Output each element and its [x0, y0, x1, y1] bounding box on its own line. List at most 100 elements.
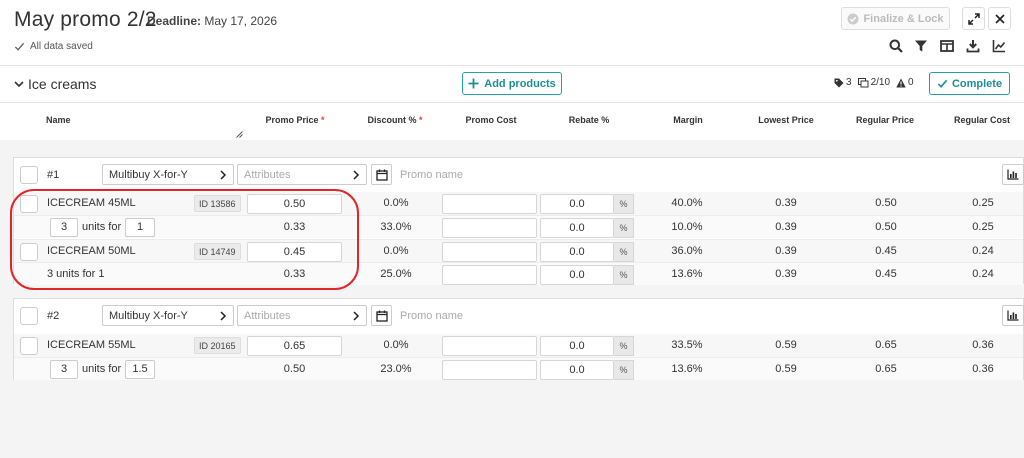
- rebate-input[interactable]: 0.0: [540, 218, 614, 238]
- lowest-price-value: 0.59: [775, 339, 797, 351]
- close-button[interactable]: [988, 7, 1011, 30]
- promo-card-header: #1 Multibuy X-for-Y Attributes Promo nam…: [14, 158, 1024, 192]
- product-name: ICECREAM 45ML: [47, 197, 136, 209]
- buy-quantity-input[interactable]: 3: [50, 360, 78, 379]
- discount-value: 0.0%: [383, 339, 409, 351]
- lowest-price-value: 0.39: [775, 221, 797, 233]
- promo-cost-input[interactable]: [442, 336, 537, 356]
- rebate-input[interactable]: 0.0: [540, 265, 614, 285]
- rebate-input[interactable]: 0.0: [540, 194, 614, 214]
- rebate-input[interactable]: 0.0: [540, 242, 614, 262]
- promo-cost-input[interactable]: [442, 242, 537, 262]
- col-promo-cost[interactable]: Promo Cost: [446, 115, 536, 125]
- discount-value: 25.0%: [380, 268, 412, 280]
- col-margin[interactable]: Margin: [643, 115, 733, 125]
- product-row: ICECREAM 45ML ID 13586 0.50 0.0% 0.0 % 4…: [14, 192, 1023, 215]
- required-mark: *: [321, 115, 325, 125]
- promo-checkbox[interactable]: [20, 307, 38, 325]
- toolbar-divider: [0, 102, 1024, 103]
- col-regular-price[interactable]: Regular Price: [838, 115, 932, 125]
- mechanic-row: 3 units for 1 0.33 25.0% 0.0 % 13.6% 0.3…: [14, 262, 1023, 285]
- promo-price-input[interactable]: 0.65: [247, 336, 342, 356]
- col-name[interactable]: Name: [46, 115, 71, 125]
- rebate-percent-suffix: %: [614, 265, 634, 285]
- complete-label: Complete: [951, 77, 1003, 90]
- product-row: ICECREAM 55ML ID 20165 0.65 0.0% 0.0 % 3…: [14, 334, 1023, 357]
- mechanic-summary: 3 units for 1: [47, 268, 105, 280]
- lowest-price-value: 0.59: [775, 363, 797, 375]
- chart-icon[interactable]: [991, 38, 1007, 54]
- product-name: ICECREAM 50ML: [47, 245, 136, 257]
- unit-promo-price: 0.33: [283, 221, 306, 233]
- calendar-icon: [375, 169, 388, 181]
- mechanic-select[interactable]: Multibuy X-for-Y: [102, 305, 234, 326]
- col-regular-cost[interactable]: Regular Cost: [940, 115, 1024, 125]
- columns-icon[interactable]: [939, 38, 955, 54]
- add-products-button[interactable]: Add products: [462, 72, 562, 95]
- mechanic-select[interactable]: Multibuy X-for-Y: [102, 164, 234, 185]
- regular-cost-value: 0.24: [972, 245, 994, 257]
- check-icon: [14, 41, 25, 52]
- finalize-lock-button[interactable]: Finalize & Lock: [841, 7, 950, 30]
- col-discount[interactable]: Discount % *: [350, 115, 440, 125]
- product-checkbox[interactable]: [20, 243, 38, 261]
- col-discount-label: Discount %: [367, 115, 417, 125]
- col-rebate[interactable]: Rebate %: [544, 115, 634, 125]
- expand-button[interactable]: [962, 7, 985, 30]
- buy-quantity-input[interactable]: 3: [50, 218, 78, 237]
- rebate-percent-suffix: %: [614, 336, 634, 356]
- margin-value: 10.0%: [671, 221, 703, 233]
- promo-cost-input[interactable]: [442, 218, 537, 238]
- attributes-select[interactable]: Attributes: [237, 305, 367, 326]
- promo-checkbox[interactable]: [20, 166, 38, 184]
- product-checkbox[interactable]: [20, 195, 38, 213]
- pay-quantity-input[interactable]: 1.5: [125, 360, 155, 379]
- attributes-select[interactable]: Attributes: [237, 164, 367, 185]
- margin-value: 33.5%: [671, 339, 703, 351]
- promo-cost-input[interactable]: [442, 194, 537, 214]
- promo-price-input[interactable]: 0.45: [247, 242, 342, 262]
- search-icon[interactable]: [888, 38, 904, 54]
- section-title: Ice creams: [28, 76, 97, 92]
- margin-value: 13.6%: [671, 363, 703, 375]
- product-row: ICECREAM 50ML ID 14749 0.45 0.0% 0.0 % 3…: [14, 239, 1023, 262]
- download-icon[interactable]: [965, 38, 981, 54]
- margin-value: 13.6%: [671, 268, 703, 280]
- regular-price-value: 0.50: [875, 221, 897, 233]
- lowest-price-value: 0.39: [775, 197, 797, 209]
- col-promo-price[interactable]: Promo Price *: [250, 115, 340, 125]
- add-products-label: Add products: [484, 77, 556, 90]
- complete-button[interactable]: Complete: [929, 72, 1010, 95]
- section-toggle[interactable]: Ice creams: [14, 76, 96, 92]
- warnings-counter: 0: [896, 77, 914, 88]
- chevron-right-icon: [219, 169, 227, 180]
- promo-number: #2: [47, 310, 60, 322]
- rebate-input[interactable]: 0.0: [540, 360, 614, 380]
- warnings-count: 0: [908, 77, 914, 88]
- date-picker-button[interactable]: [371, 305, 392, 326]
- promo-price-input[interactable]: 0.50: [247, 194, 342, 214]
- col-lowest-price[interactable]: Lowest Price: [741, 115, 831, 125]
- margin-value: 36.0%: [671, 245, 703, 257]
- promo-name-input[interactable]: Promo name: [400, 169, 463, 181]
- copies-count: 2/10: [870, 77, 891, 88]
- bar-chart-icon: [1007, 169, 1019, 180]
- promo-cost-input[interactable]: [442, 360, 537, 380]
- filter-icon[interactable]: [913, 38, 929, 54]
- promo-name-input[interactable]: Promo name: [400, 310, 463, 322]
- product-checkbox[interactable]: [20, 337, 38, 355]
- rebate-percent-suffix: %: [614, 242, 634, 262]
- lock-check-icon: [847, 13, 859, 25]
- rebate-input[interactable]: 0.0: [540, 336, 614, 356]
- date-picker-button[interactable]: [371, 164, 392, 185]
- promo-number: #1: [47, 169, 60, 181]
- resize-icon[interactable]: [236, 131, 243, 138]
- units-for-label: units for: [82, 363, 122, 375]
- pay-quantity-input[interactable]: 1: [125, 218, 155, 237]
- promo-chart-button[interactable]: [1002, 305, 1024, 326]
- promo-cost-input[interactable]: [442, 265, 537, 285]
- lowest-price-value: 0.39: [775, 268, 797, 280]
- chevron-right-icon: [352, 169, 360, 180]
- deadline-label: Deadline:: [147, 14, 202, 28]
- promo-chart-button[interactable]: [1002, 164, 1024, 185]
